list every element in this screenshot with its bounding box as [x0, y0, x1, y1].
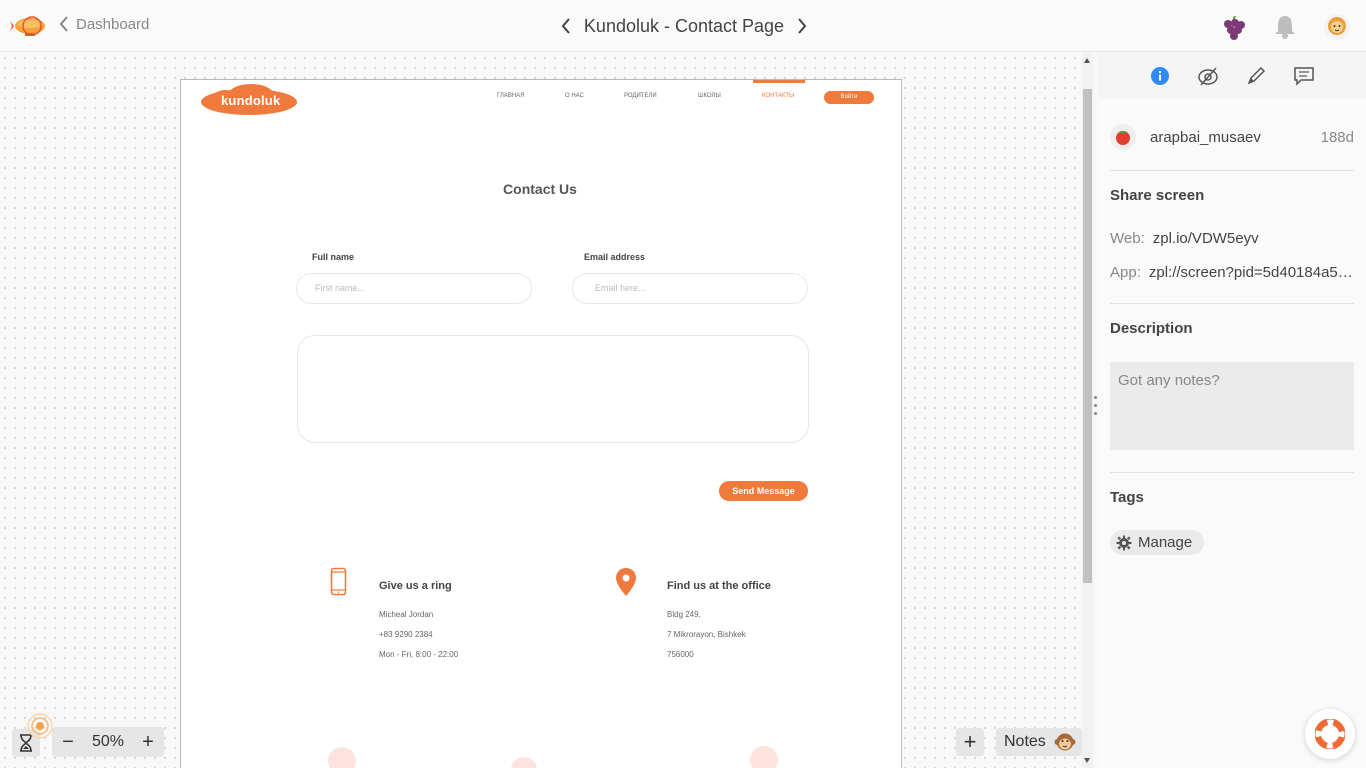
info-icon[interactable] — [1149, 65, 1171, 87]
scroll-up-arrow-icon[interactable] — [1084, 58, 1090, 63]
contact-heading: Contact Us — [503, 181, 577, 197]
divider — [1110, 303, 1354, 304]
panel-tabs — [1098, 53, 1366, 99]
monkey-icon — [1054, 733, 1076, 751]
decorative-circle — [328, 747, 356, 768]
zoom-out-button[interactable]: − — [58, 732, 78, 752]
add-button[interactable]: + — [956, 728, 984, 756]
ring-line: +83 9290 2384 — [379, 630, 433, 639]
fullname-input[interactable]: First name... — [296, 273, 532, 304]
screen-owner: arapbai_musaev 188d — [1110, 123, 1354, 151]
description-input[interactable]: Got any notes? — [1110, 362, 1354, 450]
kundoluk-logo-text: kundoluk — [221, 93, 281, 108]
zoom-level: 50% — [91, 733, 125, 750]
email-input[interactable]: Email here... — [572, 273, 808, 304]
owner-age: 188d — [1320, 128, 1354, 146]
active-nav-indicator — [753, 80, 805, 83]
email-label: Email address — [584, 252, 646, 262]
scroll-thumb[interactable] — [1083, 89, 1092, 583]
owner-name: arapbai_musaev — [1150, 128, 1261, 146]
chevron-left-icon — [59, 16, 68, 32]
ring-title: Give us a ring — [379, 580, 452, 592]
back-to-dashboard-link[interactable]: Dashboard — [58, 15, 149, 33]
manage-tags-button[interactable]: Manage — [1110, 530, 1205, 555]
back-label: Dashboard — [76, 15, 150, 33]
top-right-icons — [1218, 12, 1352, 42]
notes-button[interactable]: Notes — [996, 728, 1082, 756]
ring-line: Mon - Fri, 8:00 - 22:00 — [379, 650, 459, 659]
zoom-controls: − 50% + — [52, 727, 164, 757]
notes-label: Notes — [1004, 733, 1046, 750]
nav-schools[interactable]: ШКОЛЫ — [698, 93, 721, 99]
office-line: 756000 — [667, 650, 694, 659]
nav-about[interactable]: О НАС — [565, 93, 584, 99]
artboard-contact-page[interactable]: kundoluk ГЛАВНАЯ О НАС РОДИТЕЛИ ШКОЛЫ КО… — [180, 79, 902, 768]
description-title: Description — [1110, 320, 1193, 337]
office-title: Find us at the office — [667, 580, 771, 592]
phone-icon — [330, 567, 347, 601]
app-link[interactable]: zpl://screen?pid=5d40184a5f... — [1149, 264, 1354, 281]
nav-home[interactable]: ГЛАВНАЯ — [497, 93, 525, 99]
ring-line: Micheal Jordan — [379, 610, 434, 619]
app-key: App: — [1110, 264, 1141, 281]
notification-pulse-icon — [26, 712, 54, 740]
help-button[interactable] — [1305, 709, 1355, 759]
comment-icon[interactable] — [1293, 65, 1315, 87]
zoom-in-button[interactable]: + — [138, 732, 158, 752]
tomato-avatar-icon — [1110, 124, 1136, 150]
next-screen-button[interactable] — [792, 15, 812, 37]
web-link[interactable]: zpl.io/VDW5eyv — [1153, 230, 1259, 247]
canvas-scrollbar[interactable] — [1082, 53, 1093, 768]
previous-screen-button[interactable] — [556, 15, 576, 37]
manage-label: Manage — [1138, 534, 1193, 551]
nav-parents[interactable]: РОДИТЕЛИ — [624, 93, 657, 99]
chevron-left-icon — [561, 18, 570, 34]
page-title: Kundoluk - Contact Page — [583, 15, 785, 36]
zeplin-logo-icon[interactable] — [10, 12, 50, 40]
kundoluk-logo: kundoluk — [199, 82, 297, 118]
login-button[interactable]: Войти — [824, 91, 874, 104]
office-line: 7 Mikrorayon, Bishkek — [667, 630, 746, 639]
divider — [1110, 170, 1354, 171]
lifebuoy-icon — [1315, 719, 1345, 749]
top-bar: Dashboard Kundoluk - Contact Page — [0, 0, 1366, 52]
scroll-down-arrow-icon[interactable] — [1084, 758, 1090, 763]
grapes-icon[interactable] — [1218, 12, 1248, 42]
screen-title-nav: Kundoluk - Contact Page — [556, 12, 812, 40]
web-key: Web: — [1110, 230, 1145, 247]
map-pin-icon — [615, 567, 637, 602]
message-textarea[interactable] — [297, 335, 809, 443]
decorative-circle — [750, 746, 778, 768]
gear-icon — [1116, 535, 1132, 550]
avatar[interactable] — [1322, 12, 1352, 42]
office-line: Bldg 249, — [667, 610, 701, 619]
app-link-row[interactable]: App: zpl://screen?pid=5d40184a5f... — [1110, 264, 1354, 281]
right-panel: arapbai_musaev 188d Share screen Web: zp… — [1098, 53, 1366, 768]
fullname-label: Full name — [312, 252, 355, 262]
chevron-right-icon — [798, 18, 807, 34]
share-screen-title: Share screen — [1110, 187, 1205, 204]
web-link-row[interactable]: Web: zpl.io/VDW5eyv — [1110, 230, 1354, 247]
bell-icon[interactable] — [1270, 12, 1300, 42]
tags-title: Tags — [1110, 489, 1144, 506]
divider — [1110, 472, 1354, 473]
nav-contacts[interactable]: КОНТАКТЫ — [762, 93, 794, 99]
pen-icon[interactable] — [1245, 65, 1267, 87]
send-message-button[interactable]: Send Message — [719, 481, 808, 501]
decorative-circle — [511, 757, 537, 768]
eye-slash-icon[interactable] — [1197, 65, 1219, 87]
